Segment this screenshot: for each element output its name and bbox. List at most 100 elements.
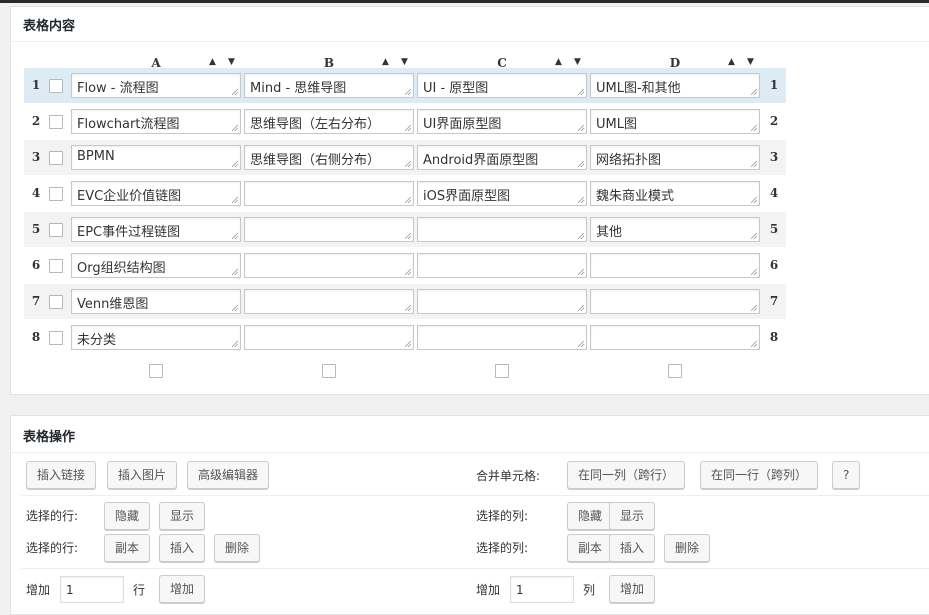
divider [21,568,929,569]
row-number-right: 3 [769,150,779,164]
hide-columns-button[interactable]: 隐藏 [567,502,614,530]
sort-desc-icon[interactable]: ▼ [401,57,408,67]
table-cell[interactable] [244,217,414,242]
row-number: 1 [31,78,41,92]
column-checkbox-a[interactable] [149,364,163,378]
table-cell[interactable]: UI界面原型图 [417,109,587,134]
row-number-right: 8 [769,330,779,344]
table-cell[interactable] [244,325,414,350]
insert-link-button[interactable]: 插入链接 [26,461,97,489]
sort-asc-icon[interactable]: ▲ [209,57,216,67]
sort-desc-icon[interactable]: ▼ [228,57,235,67]
table-cell[interactable]: 思维导图（左右分布） [244,109,414,134]
row-number: 2 [31,114,41,128]
panel-divider [11,41,929,42]
copy-rows-button[interactable]: 副本 [104,534,151,562]
help-button[interactable]: ? [832,461,861,489]
row-checkbox[interactable] [49,79,63,93]
top-bar [0,0,929,3]
table-cell[interactable]: iOS界面原型图 [417,181,587,206]
row-checkbox[interactable] [49,223,63,237]
table-cell[interactable]: Flowchart流程图 [71,109,241,134]
table-cell[interactable]: EVC企业价值链图 [71,181,241,206]
advanced-editor-button[interactable]: 高级编辑器 [187,461,270,489]
merge-cells-label: 合并单元格: [476,469,541,483]
divider [21,495,929,496]
panel-title: 表格操作 [23,430,76,445]
sort-asc-icon[interactable]: ▲ [555,57,562,67]
table-cell[interactable] [244,181,414,206]
row-number: 4 [31,186,41,200]
selected-rows-label: 选择的行: [26,509,79,523]
insert-image-button[interactable]: 插入图片 [107,461,178,489]
sort-asc-icon[interactable]: ▲ [382,57,389,67]
row-number: 8 [31,330,41,344]
sort-desc-icon[interactable]: ▼ [574,57,581,67]
row-number-right: 5 [769,222,779,236]
table-cell[interactable]: Venn维恩图 [71,289,241,314]
sort-desc-icon[interactable]: ▼ [747,57,754,67]
table-cell[interactable] [417,253,587,278]
row-checkbox[interactable] [49,259,63,273]
table-cell[interactable]: 其他 [590,217,760,242]
table-cell[interactable] [590,289,760,314]
add-columns-label: 增加 [476,583,501,597]
sort-asc-icon[interactable]: ▲ [728,57,735,67]
show-rows-button[interactable]: 显示 [159,502,206,530]
table-cell[interactable]: EPC事件过程链图 [71,217,241,242]
selected-columns-label: 选择的列: [476,509,529,523]
row-number-right: 1 [769,78,779,92]
delete-columns-button[interactable]: 删除 [664,534,711,562]
insert-columns-button[interactable]: 插入 [609,534,656,562]
selected-rows-label: 选择的行: [26,541,79,555]
table-cell[interactable]: UML图 [590,109,760,134]
row-number-right: 2 [769,114,779,128]
row-number: 7 [31,294,41,308]
row-checkbox[interactable] [49,187,63,201]
row-number: 6 [31,258,41,272]
column-checkbox-b[interactable] [322,364,336,378]
table-cell[interactable] [590,325,760,350]
table-cell[interactable] [417,325,587,350]
table-cell[interactable]: Org组织结构图 [71,253,241,278]
selected-columns-label: 选择的列: [476,541,529,555]
table-cell[interactable]: 魏朱商业模式 [590,181,760,206]
add-columns-button[interactable]: 增加 [609,575,656,603]
column-checkbox-d[interactable] [668,364,682,378]
add-rows-label: 增加 [26,583,51,597]
column-checkbox-c[interactable] [495,364,509,378]
table-cell[interactable] [417,289,587,314]
table-cell[interactable]: 网络拓扑图 [590,145,760,170]
row-checkbox[interactable] [49,295,63,309]
delete-rows-button[interactable]: 删除 [214,534,261,562]
rows-unit-label: 行 [133,583,146,597]
merge-same-row-button[interactable]: 在同一行（跨列） [700,461,819,489]
table-cell[interactable]: Mind - 思维导图 [244,73,414,98]
table-cell[interactable]: 未分类 [71,325,241,350]
merge-same-column-button[interactable]: 在同一列（跨行） [567,461,686,489]
copy-columns-button[interactable]: 副本 [567,534,614,562]
add-rows-button[interactable]: 增加 [159,575,206,603]
row-number-right: 4 [769,186,779,200]
row-number-right: 7 [769,294,779,308]
add-rows-count-input[interactable] [60,576,124,603]
row-number-right: 6 [769,258,779,272]
table-cell[interactable]: UI - 原型图 [417,73,587,98]
row-checkbox[interactable] [49,151,63,165]
insert-rows-button[interactable]: 插入 [159,534,206,562]
show-columns-button[interactable]: 显示 [609,502,656,530]
row-checkbox[interactable] [49,115,63,129]
table-cell[interactable] [590,253,760,278]
table-cell[interactable] [417,217,587,242]
table-cell[interactable] [244,289,414,314]
hide-rows-button[interactable]: 隐藏 [104,502,151,530]
table-ops-panel: 表格操作 插入链接 插入图片 高级编辑器 合并单元格: 在同一列（跨行） 在同一… [10,415,929,615]
table-cell[interactable]: Flow - 流程图 [71,73,241,98]
table-cell[interactable]: UML图-和其他 [590,73,760,98]
table-cell[interactable]: Android界面原型图 [417,145,587,170]
add-columns-count-input[interactable] [510,576,574,603]
row-checkbox[interactable] [49,331,63,345]
table-cell[interactable]: BPMN [71,145,241,170]
table-cell[interactable]: 思维导图（右侧分布） [244,145,414,170]
table-cell[interactable] [244,253,414,278]
